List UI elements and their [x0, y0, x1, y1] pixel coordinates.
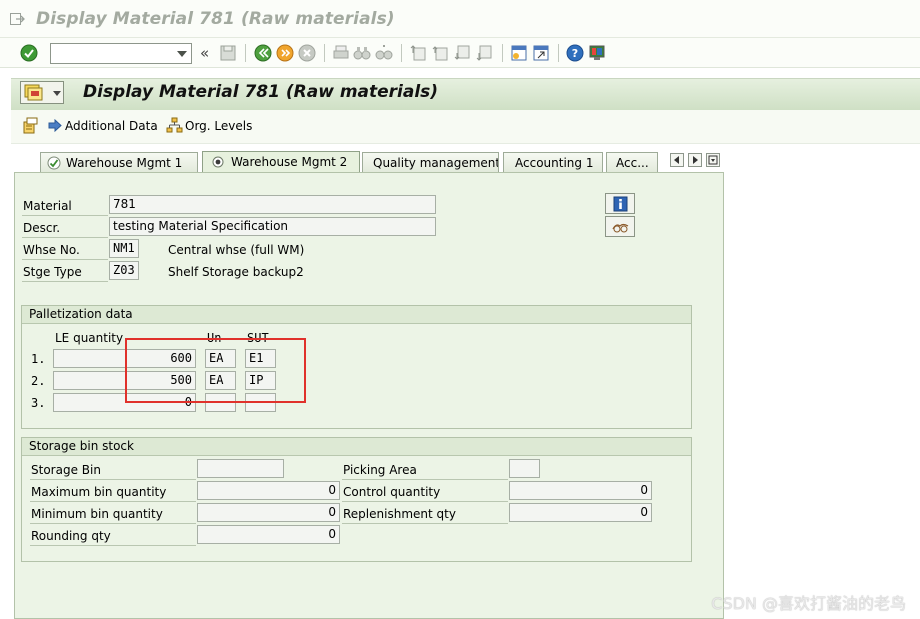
additional-data-button[interactable]: Additional Data [22, 117, 158, 135]
help-icon[interactable]: ? [566, 44, 584, 62]
tab-scroll-left-button[interactable] [670, 153, 684, 167]
chevron-down-icon [53, 91, 61, 96]
highlight-annotation-box [125, 338, 306, 403]
shortcut-icon[interactable] [532, 44, 550, 62]
next-page-icon[interactable] [454, 44, 472, 62]
storage-type-field[interactable]: Z03 [109, 261, 139, 280]
find-next-icon[interactable] [375, 44, 393, 62]
views-icon [24, 84, 43, 101]
max-bin-qty-label: Maximum bin quantity [31, 485, 167, 499]
print-icon[interactable] [332, 44, 350, 62]
svg-text:?: ? [572, 47, 578, 60]
control-qty-label: Control quantity [343, 485, 441, 499]
material-field[interactable]: 781 [109, 195, 436, 214]
palletization-title: Palletization data [22, 306, 691, 324]
replenishment-qty-field[interactable]: 0 [509, 503, 652, 522]
tab-warehouse-mgmt-2[interactable]: Warehouse Mgmt 2 [202, 151, 360, 173]
exit-transaction-icon[interactable] [276, 44, 294, 62]
tab-scroll-right-button[interactable] [688, 153, 702, 167]
warehouse-number-field[interactable]: NM1 [109, 239, 139, 258]
checkmark-icon [47, 156, 61, 170]
additional-data-label: Additional Data [65, 119, 158, 133]
glasses-icon [612, 223, 629, 233]
storage-bin-field[interactable] [197, 459, 284, 478]
org-levels-label: Org. Levels [185, 119, 253, 133]
max-bin-qty-field[interactable]: 0 [197, 481, 340, 500]
tab-label: Warehouse Mgmt 2 [231, 155, 348, 169]
min-bin-qty-label: Minimum bin quantity [31, 507, 163, 521]
org-levels-icon [166, 117, 183, 133]
enter-check-icon[interactable] [20, 44, 38, 62]
collapse-toolbar-button[interactable]: « [200, 44, 209, 62]
window-title-bar: Display Material 781 (Raw materials) [0, 0, 920, 38]
row-number: 2. [31, 374, 46, 388]
exit-icon[interactable] [9, 11, 25, 27]
additional-data-icon [23, 117, 38, 134]
find-icon[interactable] [353, 44, 371, 62]
back-icon[interactable] [254, 44, 272, 62]
picking-area-field[interactable] [509, 459, 540, 478]
row-number: 1. [31, 352, 46, 366]
select-views-button[interactable] [20, 81, 64, 104]
tab-warehouse-mgmt-1[interactable]: Warehouse Mgmt 1 [40, 152, 198, 172]
storage-type-description: Shelf Storage backup2 [168, 265, 304, 279]
picking-area-label: Picking Area [343, 463, 417, 477]
new-session-icon[interactable] [510, 44, 528, 62]
first-page-icon[interactable] [410, 44, 428, 62]
chevron-right-icon [693, 156, 698, 164]
tab-label: Warehouse Mgmt 1 [66, 156, 183, 170]
display-details-button[interactable] [605, 216, 635, 237]
chevron-left-icon [674, 156, 679, 164]
row-number: 3. [31, 396, 46, 410]
stge-type-label: Stge Type [23, 265, 82, 279]
radio-selected-icon [212, 156, 224, 168]
storage-bin-stock-title: Storage bin stock [22, 438, 691, 456]
warehouse-description: Central whse (full WM) [168, 243, 305, 257]
tab-accounting-more[interactable]: Acc... [606, 152, 658, 172]
storage-bin-label: Storage Bin [31, 463, 101, 477]
tab-list-button[interactable] [706, 153, 720, 167]
rounding-qty-field[interactable]: 0 [197, 525, 340, 544]
min-bin-qty-field[interactable]: 0 [197, 503, 340, 522]
le-quantity-header: LE quantity [55, 331, 124, 345]
window-title: Display Material 781 (Raw materials) [36, 9, 395, 29]
chevron-down-icon[interactable] [177, 51, 187, 57]
descr-label: Descr. [23, 221, 61, 235]
watermark: CSDN @喜欢打酱油的老鸟 [711, 594, 906, 613]
page-title: Display Material 781 (Raw materials) [83, 82, 439, 102]
tab-accounting-1[interactable]: Accounting 1 [503, 152, 603, 172]
replenishment-qty-label: Replenishment qty [343, 507, 456, 521]
tab-label: Acc... [616, 156, 649, 170]
whse-no-label: Whse No. [23, 243, 80, 257]
arrow-right-icon [48, 119, 62, 132]
tab-list-icon [708, 155, 718, 165]
rounding-qty-label: Rounding qty [31, 529, 111, 543]
info-button[interactable] [605, 193, 635, 214]
info-icon [613, 196, 628, 212]
control-qty-field[interactable]: 0 [509, 481, 652, 500]
customize-layout-icon[interactable] [588, 44, 606, 62]
tab-quality-management[interactable]: Quality management [362, 152, 499, 172]
org-levels-button[interactable]: Org. Levels [166, 117, 256, 135]
tab-label: Accounting 1 [515, 156, 594, 170]
material-label: Material [23, 199, 72, 213]
previous-page-icon[interactable] [432, 44, 450, 62]
description-field[interactable]: testing Material Specification [109, 217, 436, 236]
command-field[interactable] [50, 43, 192, 64]
save-icon[interactable] [219, 44, 237, 62]
last-page-icon[interactable] [476, 44, 494, 62]
tab-label: Quality management [373, 156, 499, 170]
cancel-icon[interactable] [298, 44, 316, 62]
